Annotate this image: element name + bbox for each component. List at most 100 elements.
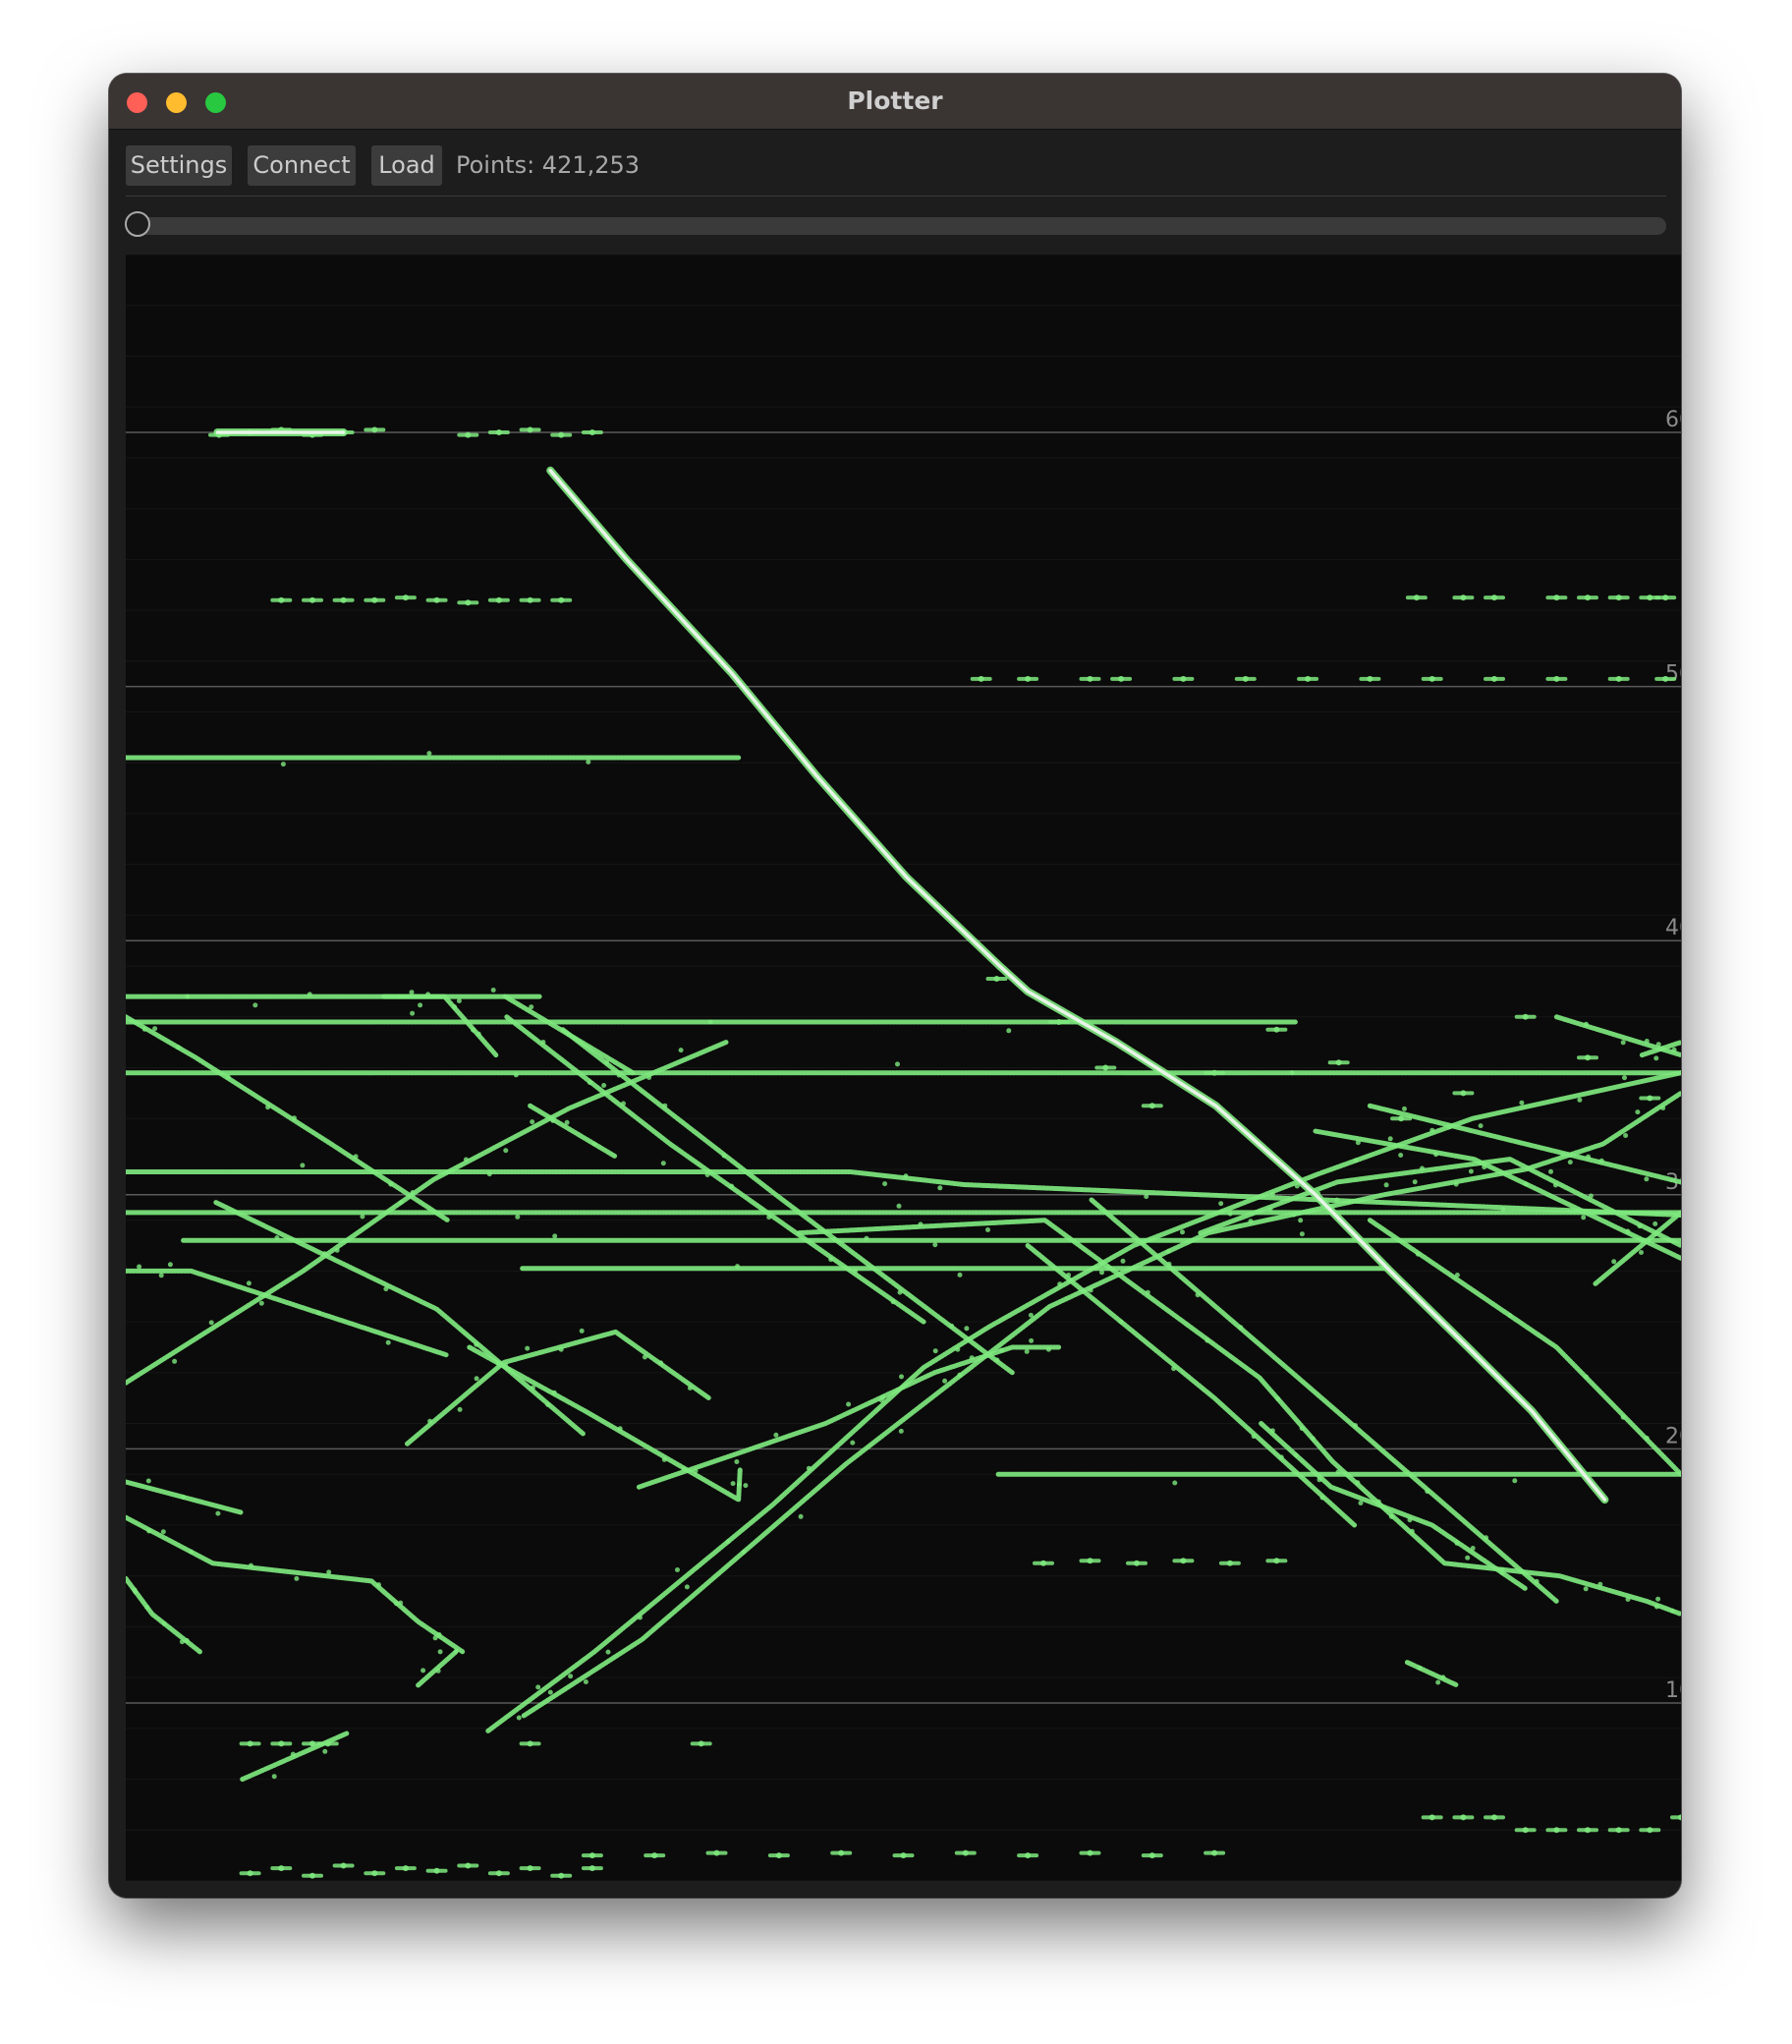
data-point [1251, 1434, 1257, 1440]
data-point [1454, 1273, 1460, 1278]
data-point [1269, 1428, 1275, 1434]
data-point [1353, 1158, 1359, 1164]
data-point [1620, 1040, 1626, 1046]
data-point [1409, 1528, 1415, 1534]
data-point [1548, 1168, 1553, 1174]
data-point [1029, 1337, 1035, 1343]
data-point [137, 1264, 142, 1270]
data-point [1118, 1319, 1124, 1325]
data-point [265, 1105, 271, 1110]
data-point [1289, 1070, 1295, 1076]
data-point [274, 1235, 280, 1240]
data-trace [240, 1731, 350, 1783]
data-point [1468, 1168, 1474, 1174]
data-point [1398, 1153, 1404, 1158]
data-point [290, 1751, 296, 1757]
slider-track[interactable] [126, 217, 1666, 235]
data-point [1218, 1201, 1224, 1207]
data-point [579, 1328, 585, 1334]
data-point [540, 1040, 546, 1045]
data-point [1639, 1250, 1644, 1255]
data-point [1478, 1123, 1484, 1129]
data-point [225, 1074, 231, 1080]
data-point [432, 1635, 438, 1641]
load-button[interactable]: Load [371, 145, 442, 186]
data-point [591, 1141, 597, 1147]
y-tick-label: 50 [1665, 662, 1681, 687]
data-point [152, 1026, 158, 1032]
data-point [660, 1161, 666, 1166]
data-point [969, 1355, 975, 1361]
data-point [1298, 1218, 1304, 1223]
data-point [1625, 1597, 1631, 1602]
data-point [1319, 1495, 1325, 1501]
data-point [1334, 1197, 1340, 1203]
data-point [1057, 1281, 1063, 1287]
data-point [1625, 1228, 1631, 1234]
data-point [132, 1587, 138, 1593]
data-point [1552, 1182, 1558, 1188]
data-point [1227, 1211, 1233, 1217]
data-trace [636, 1344, 1062, 1490]
data-point [621, 1101, 626, 1107]
data-trace [1404, 1660, 1460, 1688]
data-point [1433, 1152, 1439, 1158]
data-point [457, 1406, 463, 1412]
data-point [798, 1513, 804, 1519]
data-point [1669, 1608, 1675, 1614]
data-point [552, 1233, 558, 1239]
data-point [252, 1002, 258, 1008]
data-point [258, 1300, 264, 1306]
data-trace [126, 1169, 1681, 1218]
title-bar[interactable]: Plotter [109, 74, 1681, 130]
data-point [558, 1346, 564, 1352]
data-point [1120, 1258, 1126, 1264]
data-point [1484, 1535, 1489, 1541]
data-point [1415, 1251, 1421, 1257]
plot-canvas[interactable]: 102030405060 [126, 255, 1681, 1881]
data-point [516, 1715, 522, 1721]
data-point [388, 1181, 394, 1187]
data-point [957, 1272, 963, 1278]
data-point [773, 1432, 779, 1438]
data-point [326, 1569, 332, 1575]
data-point [642, 1354, 647, 1360]
data-point [396, 994, 402, 999]
data-point [1028, 1312, 1034, 1318]
data-point [617, 1426, 623, 1432]
data-point [1375, 1499, 1381, 1505]
settings-button[interactable]: Settings [126, 145, 232, 186]
data-point [942, 1378, 948, 1384]
data-point [1195, 1292, 1201, 1298]
data-point [853, 1268, 859, 1274]
data-point [529, 1004, 534, 1010]
data-point [179, 1639, 185, 1645]
data-point [1353, 1423, 1358, 1429]
data-point [1644, 1039, 1650, 1044]
connect-button[interactable]: Connect [248, 145, 356, 186]
data-point [899, 1374, 904, 1380]
data-point [410, 1010, 416, 1016]
data-point [1440, 1675, 1446, 1680]
data-trace [405, 1329, 712, 1447]
data-point [1388, 1513, 1394, 1519]
data-point [1584, 1374, 1589, 1380]
data-point [601, 1083, 607, 1088]
data-point [828, 1257, 834, 1263]
data-point [985, 1227, 990, 1232]
data-point [1006, 1028, 1012, 1034]
data-point [545, 1401, 551, 1407]
data-point [1583, 1586, 1589, 1592]
data-point [175, 1045, 181, 1050]
data-point [294, 1575, 300, 1581]
data-point [741, 1549, 747, 1555]
data-point [1519, 1100, 1525, 1106]
data-point [385, 1339, 391, 1345]
data-point [398, 1600, 404, 1606]
data-point [864, 1235, 869, 1241]
data-point [1267, 1207, 1273, 1213]
plot-area[interactable]: 102030405060 [126, 255, 1681, 1881]
data-point [322, 1748, 328, 1754]
slider-knob[interactable] [125, 211, 150, 237]
data-point [661, 1456, 667, 1462]
